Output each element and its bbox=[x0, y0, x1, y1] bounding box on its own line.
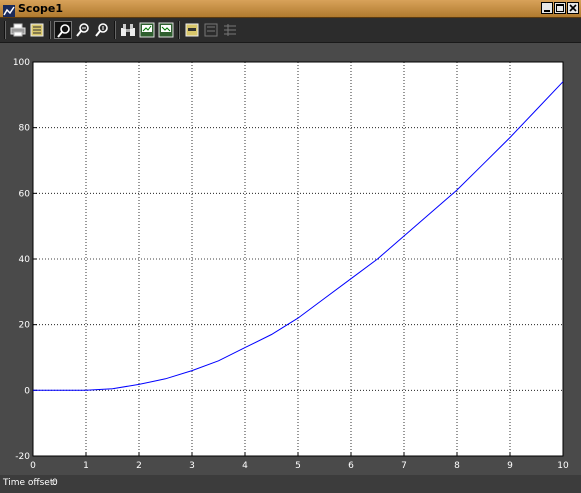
lock-axes-button[interactable] bbox=[202, 21, 220, 39]
save-axes-icon bbox=[139, 22, 155, 38]
print-button[interactable] bbox=[9, 21, 27, 39]
toolbar-separator bbox=[49, 21, 51, 39]
status-bar: Time offset: 0 bbox=[0, 475, 581, 493]
floating-scope-button[interactable] bbox=[183, 21, 201, 39]
x-tick-label: 1 bbox=[83, 461, 89, 471]
parameters-button[interactable] bbox=[28, 21, 46, 39]
x-tick-label: 7 bbox=[401, 461, 407, 471]
parameters-icon bbox=[30, 23, 44, 37]
x-tick-label: 10 bbox=[557, 461, 569, 471]
y-tick-label: 0 bbox=[24, 386, 30, 396]
toolbar-separator bbox=[114, 21, 116, 39]
restore-axes-button[interactable] bbox=[157, 21, 175, 39]
maximize-icon bbox=[556, 4, 564, 12]
save-axes-button[interactable] bbox=[138, 21, 156, 39]
zoom-y-button[interactable] bbox=[93, 21, 111, 39]
time-offset-value: 0 bbox=[52, 478, 58, 488]
zoom-icon bbox=[57, 24, 70, 38]
restore-axes-icon bbox=[158, 22, 174, 38]
printer-icon bbox=[10, 23, 26, 37]
x-tick-label: 4 bbox=[242, 461, 248, 471]
x-tick-label: 3 bbox=[189, 461, 195, 471]
floating-scope-icon bbox=[185, 23, 199, 37]
autoscale-button[interactable] bbox=[119, 21, 137, 39]
toolbar-separator bbox=[178, 21, 180, 39]
close-button[interactable] bbox=[567, 2, 579, 14]
signal-selection-icon bbox=[224, 24, 236, 36]
scope-plot[interactable]: 0 1 2 3 4 5 6 7 8 9 10-20020406080100 bbox=[0, 43, 581, 475]
lock-axes-icon bbox=[204, 23, 218, 37]
x-tick-label: 8 bbox=[454, 461, 460, 471]
y-tick-label: 80 bbox=[19, 124, 31, 134]
plot-frame: 0 1 2 3 4 5 6 7 8 9 10 -20 0 20 40 60 80 100 bbox=[0, 43, 581, 475]
minimize-button[interactable] bbox=[541, 2, 553, 14]
signal-selection-button[interactable] bbox=[221, 21, 239, 39]
y-tick-label: 60 bbox=[19, 189, 31, 199]
toolbar bbox=[0, 18, 581, 43]
zoom-x-button[interactable] bbox=[74, 21, 92, 39]
x-tick-label: 0 bbox=[30, 461, 36, 471]
x-tick-label: 5 bbox=[295, 461, 301, 471]
x-tick-label: 2 bbox=[136, 461, 142, 471]
window-title: Scope1 bbox=[18, 2, 63, 15]
zoom-x-icon bbox=[76, 23, 89, 37]
close-icon bbox=[569, 4, 577, 12]
toolbar-grip bbox=[4, 21, 6, 39]
y-tick-label: -20 bbox=[15, 452, 30, 462]
title-bar[interactable]: Scope1 bbox=[0, 0, 581, 18]
binoculars-icon bbox=[121, 24, 135, 36]
maximize-button[interactable] bbox=[554, 2, 566, 14]
time-offset-label: Time offset: bbox=[3, 478, 57, 488]
y-tick-label: 20 bbox=[19, 321, 31, 331]
x-tick-label: 6 bbox=[348, 461, 354, 471]
y-tick-label: 100 bbox=[13, 58, 30, 68]
zoom-button[interactable] bbox=[54, 21, 72, 39]
x-tick-label: 9 bbox=[507, 461, 513, 471]
y-tick-label: 40 bbox=[19, 255, 31, 265]
scope-window: Scope1 0 1 2 3 4 5 6 7 8 9 10 -20 0 20 4… bbox=[0, 0, 581, 493]
zoom-y-icon bbox=[95, 23, 108, 37]
minimize-icon bbox=[544, 10, 550, 12]
scope-app-icon bbox=[3, 2, 15, 17]
